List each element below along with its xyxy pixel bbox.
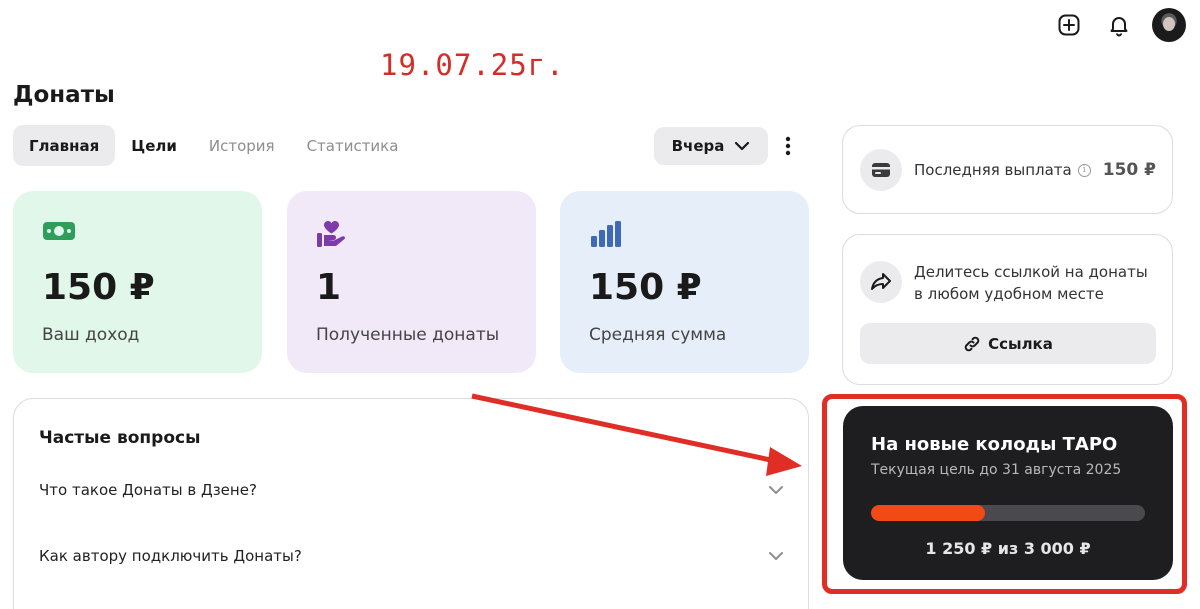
period-select-value: Вчера — [671, 137, 725, 155]
chevron-down-icon — [769, 552, 783, 560]
money-icon — [42, 219, 76, 247]
goal-progress-text: 1 250 ₽ из 3 000 ₽ — [925, 539, 1091, 558]
period-select[interactable]: Вчера — [654, 127, 768, 165]
share-card: Делитесь ссылкой на донаты в любом удобн… — [842, 234, 1173, 385]
income-label: Ваш доход — [42, 325, 140, 345]
faq-item[interactable]: Как автору подключить Донаты? — [39, 547, 784, 565]
income-value: 150 ₽ — [42, 267, 155, 308]
info-icon[interactable]: i — [1077, 163, 1091, 177]
last-payout-label: Последняя выплата — [914, 161, 1072, 179]
goal-progress-fill — [871, 505, 986, 521]
goal-progress-bar — [871, 505, 1145, 521]
current-goal-card[interactable]: На новые колоды ТАРО Текущая цель до 31 … — [843, 406, 1173, 580]
page-title: Донаты — [13, 82, 115, 108]
average-amount-value: 150 ₽ — [589, 267, 702, 308]
avatar[interactable] — [1152, 8, 1186, 42]
copy-link-button[interactable]: Ссылка — [860, 323, 1156, 364]
bell-icon[interactable] — [1102, 8, 1136, 42]
link-icon — [964, 336, 980, 351]
goal-subtitle: Текущая цель до 31 августа 2025 — [871, 462, 1122, 478]
tab-goals[interactable]: Цели — [115, 125, 193, 166]
tab-main[interactable]: Главная — [13, 125, 116, 166]
header-actions — [1052, 8, 1186, 42]
donations-count-value: 1 — [316, 267, 342, 308]
average-amount-label: Средняя сумма — [589, 325, 727, 345]
copy-link-label: Ссылка — [988, 334, 1053, 353]
faq-section: Частые вопросы Что такое Донаты в Дзене?… — [13, 398, 809, 609]
tab-history[interactable]: История — [193, 125, 291, 166]
card-icon — [860, 149, 902, 191]
faq-question: Что такое Донаты в Дзене? — [39, 481, 257, 499]
tab-statistics[interactable]: Статистика — [291, 125, 415, 166]
last-payout-amount: 150 ₽ — [1102, 160, 1156, 180]
donations-count-card: 1 Полученные донаты — [287, 191, 536, 373]
goal-title: На новые колоды ТАРО — [871, 434, 1118, 455]
chevron-down-icon — [769, 486, 783, 494]
share-description: Делитесь ссылкой на донаты в любом удобн… — [914, 263, 1148, 303]
add-icon[interactable] — [1052, 8, 1086, 42]
faq-title: Частые вопросы — [39, 428, 201, 448]
chevron-down-icon — [735, 141, 750, 151]
heart-hand-icon — [316, 219, 350, 253]
faq-item[interactable]: Что такое Донаты в Дзене? — [39, 481, 784, 499]
date-annotation: 19.07.25г. — [380, 48, 565, 82]
tab-bar: Главная Цели История Статистика — [13, 125, 414, 166]
more-options-icon[interactable] — [776, 130, 800, 162]
bar-chart-icon — [589, 219, 623, 253]
income-card: 150 ₽ Ваш доход — [13, 191, 262, 373]
donations-count-label: Полученные донаты — [316, 325, 500, 345]
average-amount-card: 150 ₽ Средняя сумма — [560, 191, 809, 373]
share-icon — [860, 261, 902, 303]
last-payout-card: Последняя выплата i 150 ₽ — [842, 125, 1173, 214]
faq-question: Как автору подключить Донаты? — [39, 547, 302, 565]
